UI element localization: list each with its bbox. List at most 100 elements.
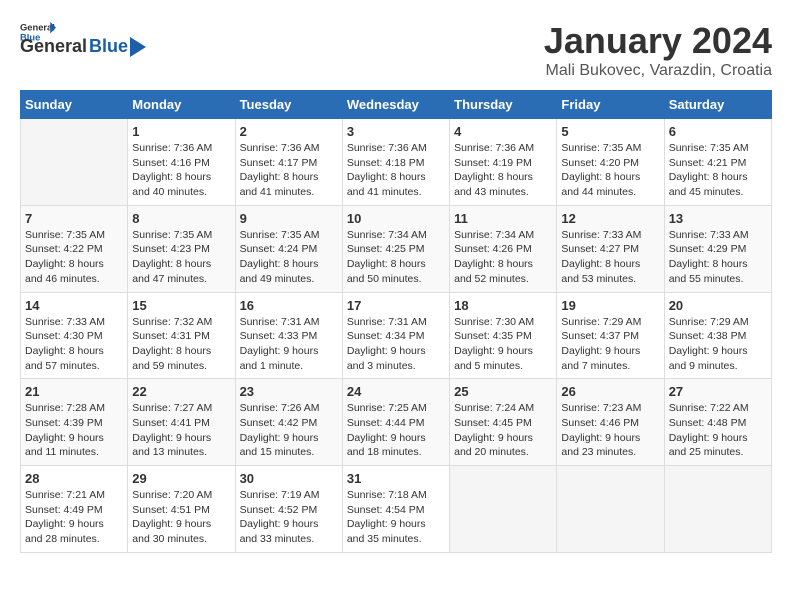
daylight: Daylight: 8 hours and 50 minutes. bbox=[347, 258, 426, 285]
daylight: Daylight: 8 hours and 52 minutes. bbox=[454, 258, 533, 285]
daylight: Daylight: 9 hours and 1 minute. bbox=[240, 345, 319, 372]
sunset: Sunset: 4:41 PM bbox=[132, 417, 210, 429]
svg-text:General: General bbox=[20, 23, 55, 33]
sunrise: Sunrise: 7:19 AM bbox=[240, 489, 320, 501]
day-number: 5 bbox=[561, 124, 659, 139]
day-number: 8 bbox=[132, 211, 230, 226]
daylight: Daylight: 9 hours and 11 minutes. bbox=[25, 432, 104, 459]
sunrise: Sunrise: 7:22 AM bbox=[669, 402, 749, 414]
daylight: Daylight: 8 hours and 57 minutes. bbox=[25, 345, 104, 372]
calendar-header: SundayMondayTuesdayWednesdayThursdayFrid… bbox=[21, 91, 772, 119]
day-info: Sunrise: 7:26 AMSunset: 4:42 PMDaylight:… bbox=[240, 401, 338, 460]
day-number: 18 bbox=[454, 298, 552, 313]
day-number: 7 bbox=[25, 211, 123, 226]
daylight: Daylight: 8 hours and 55 minutes. bbox=[669, 258, 748, 285]
day-info: Sunrise: 7:25 AMSunset: 4:44 PMDaylight:… bbox=[347, 401, 445, 460]
day-cell: 24 Sunrise: 7:25 AMSunset: 4:44 PMDayligh… bbox=[342, 379, 449, 466]
header-day-monday: Monday bbox=[128, 91, 235, 119]
sunset: Sunset: 4:45 PM bbox=[454, 417, 532, 429]
day-number: 12 bbox=[561, 211, 659, 226]
sunset: Sunset: 4:24 PM bbox=[240, 243, 318, 255]
day-cell: 7Sunrise: 7:35 AMSunset: 4:22 PMDaylight… bbox=[21, 205, 128, 292]
daylight: Daylight: 9 hours and 28 minutes. bbox=[25, 518, 104, 545]
daylight: Daylight: 8 hours and 44 minutes. bbox=[561, 171, 640, 198]
day-number: 1 bbox=[132, 124, 230, 139]
day-number: 24 bbox=[347, 384, 445, 399]
daylight: Daylight: 9 hours and 15 minutes. bbox=[240, 432, 319, 459]
day-info: Sunrise: 7:31 AMSunset: 4:33 PMDaylight:… bbox=[240, 315, 338, 374]
sunrise: Sunrise: 7:33 AM bbox=[25, 316, 105, 328]
logo-general: General bbox=[20, 36, 87, 57]
day-number: 16 bbox=[240, 298, 338, 313]
sunrise: Sunrise: 7:36 AM bbox=[240, 142, 320, 154]
day-cell bbox=[664, 466, 771, 553]
sunrise: Sunrise: 7:25 AM bbox=[347, 402, 427, 414]
day-number: 3 bbox=[347, 124, 445, 139]
daylight: Daylight: 9 hours and 13 minutes. bbox=[132, 432, 211, 459]
daylight: Daylight: 9 hours and 23 minutes. bbox=[561, 432, 640, 459]
day-info: Sunrise: 7:33 AMSunset: 4:27 PMDaylight:… bbox=[561, 228, 659, 287]
sunset: Sunset: 4:51 PM bbox=[132, 504, 210, 516]
sunset: Sunset: 4:49 PM bbox=[25, 504, 103, 516]
header-day-sunday: Sunday bbox=[21, 91, 128, 119]
sunset: Sunset: 4:31 PM bbox=[132, 330, 210, 342]
header-day-tuesday: Tuesday bbox=[235, 91, 342, 119]
sunset: Sunset: 4:17 PM bbox=[240, 157, 318, 169]
sunrise: Sunrise: 7:30 AM bbox=[454, 316, 534, 328]
location-title: Mali Bukovec, Varazdin, Croatia bbox=[544, 62, 772, 80]
sunset: Sunset: 4:27 PM bbox=[561, 243, 639, 255]
sunset: Sunset: 4:18 PM bbox=[347, 157, 425, 169]
week-row-4: 21Sunrise: 7:28 AMSunset: 4:39 PMDayligh… bbox=[21, 379, 772, 466]
day-info: Sunrise: 7:23 AM Sunset: 4:46 PM Daylight:… bbox=[561, 401, 659, 460]
header-row: SundayMondayTuesdayWednesdayThursdayFrid… bbox=[21, 91, 772, 119]
day-cell: 29Sunrise: 7:20 AMSunset: 4:51 PMDayligh… bbox=[128, 466, 235, 553]
week-row-1: 1Sunrise: 7:36 AMSunset: 4:16 PMDaylight… bbox=[21, 119, 772, 206]
calendar-body: 1Sunrise: 7:36 AMSunset: 4:16 PMDaylight… bbox=[21, 119, 772, 553]
daylight: Daylight: 9 hours and 9 minutes. bbox=[669, 345, 748, 372]
sunset: Sunset: 4:38 PM bbox=[669, 330, 747, 342]
day-info: Sunrise: 7:27 AMSunset: 4:41 PMDaylight:… bbox=[132, 401, 230, 460]
sunrise: Sunrise: 7:31 AM bbox=[347, 316, 427, 328]
day-cell: 27Sunrise: 7:22 AMSunset: 4:48 PMDayligh… bbox=[664, 379, 771, 466]
day-cell: 16 Sunrise: 7:31 AMSunset: 4:33 PMDayligh… bbox=[235, 292, 342, 379]
day-cell: 5Sunrise: 7:35 AMSunset: 4:20 PMDaylight… bbox=[557, 119, 664, 206]
day-info: Sunrise: 7:35 AMSunset: 4:24 PMDaylight:… bbox=[240, 228, 338, 287]
sunset: Sunset: 4:48 PM bbox=[669, 417, 747, 429]
daylight: Daylight: 9 hours and 7 minutes. bbox=[561, 345, 640, 372]
sunrise: Sunrise: 7:35 AM bbox=[132, 229, 212, 241]
sunrise: Sunrise: 7:31 AM bbox=[240, 316, 320, 328]
sunrise: Sunrise: 7:18 AM bbox=[347, 489, 427, 501]
day-cell: 12 Sunrise: 7:33 AMSunset: 4:27 PMDayligh… bbox=[557, 205, 664, 292]
header-day-saturday: Saturday bbox=[664, 91, 771, 119]
day-cell: 13Sunrise: 7:33 AMSunset: 4:29 PMDayligh… bbox=[664, 205, 771, 292]
day-number: 25 bbox=[454, 384, 552, 399]
day-cell bbox=[450, 466, 557, 553]
day-cell: 26 Sunrise: 7:23 AM Sunset: 4:46 PM Dayligh… bbox=[557, 379, 664, 466]
sunrise: Sunrise: 7:29 AM bbox=[669, 316, 749, 328]
sunrise: Sunrise: 7:20 AM bbox=[132, 489, 212, 501]
day-cell: 28Sunrise: 7:21 AMSunset: 4:49 PMDayligh… bbox=[21, 466, 128, 553]
sunset: Sunset: 4:26 PM bbox=[454, 243, 532, 255]
daylight: Daylight: 8 hours and 40 minutes. bbox=[132, 171, 211, 198]
sunrise: Sunrise: 7:23 AM bbox=[561, 402, 641, 414]
day-number: 27 bbox=[669, 384, 767, 399]
sunrise: Sunrise: 7:21 AM bbox=[25, 489, 105, 501]
day-cell: 3Sunrise: 7:36 AMSunset: 4:18 PMDaylight… bbox=[342, 119, 449, 206]
day-info: Sunrise: 7:21 AM Sunset: 4:49 PM Daylight:… bbox=[25, 488, 123, 547]
sunrise: Sunrise: 7:33 AM bbox=[669, 229, 749, 241]
week-row-2: 7Sunrise: 7:35 AMSunset: 4:22 PMDaylight… bbox=[21, 205, 772, 292]
day-cell: 21Sunrise: 7:28 AMSunset: 4:39 PMDayligh… bbox=[21, 379, 128, 466]
daylight: Daylight: 9 hours and 33 minutes. bbox=[240, 518, 319, 545]
day-number: 26 bbox=[561, 384, 659, 399]
sunrise: Sunrise: 7:28 AM bbox=[25, 402, 105, 414]
header-day-friday: Friday bbox=[557, 91, 664, 119]
day-info: Sunrise: 7:28 AMSunset: 4:39 PMDaylight:… bbox=[25, 401, 123, 460]
day-cell bbox=[557, 466, 664, 553]
header-day-wednesday: Wednesday bbox=[342, 91, 449, 119]
sunset: Sunset: 4:46 PM bbox=[561, 417, 639, 429]
day-number: 31 bbox=[347, 471, 445, 486]
sunset: Sunset: 4:25 PM bbox=[347, 243, 425, 255]
day-number: 19 bbox=[561, 298, 659, 313]
day-info: Sunrise: 7:29 AMSunset: 4:37 PMDaylight:… bbox=[561, 315, 659, 374]
day-info: Sunrise: 7:31 AMSunset: 4:34 PMDaylight:… bbox=[347, 315, 445, 374]
